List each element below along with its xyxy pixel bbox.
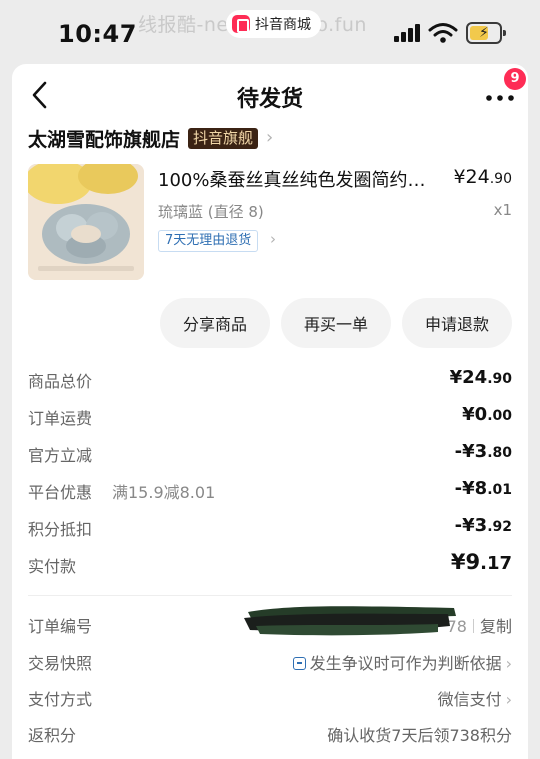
app-indicator-label: 抖音商城: [255, 17, 311, 33]
paid-amount-value: ¥9.17: [450, 550, 512, 574]
shipping-value: ¥0.00: [462, 404, 512, 425]
cellular-signal-icon: [394, 24, 420, 42]
order-detail-card: 待发货 9 太湖雪配饰旗舰店 抖音旗舰 › 100%桑蚕丝真丝纯色发圈简约大肠发…: [12, 64, 528, 759]
notification-badge: 9: [504, 68, 526, 90]
platform-discount-row: 平台优惠 满15.9减8.01 -¥8.01: [28, 476, 512, 504]
points-deduct-value: -¥3.92: [454, 515, 512, 536]
product-title[interactable]: 100%桑蚕丝真丝纯色发圈简约大肠发圈: [158, 166, 442, 192]
points-return-row: 返积分 确认收货7天后领738积分: [28, 719, 512, 747]
platform-discount-value: -¥8.01: [454, 478, 512, 499]
product-price: ¥24.90: [453, 166, 512, 188]
payment-method-row[interactable]: 支付方式 微信支付 ›: [28, 683, 512, 711]
platform-discount-label: 平台优惠: [28, 483, 93, 502]
subtotal-label: 商品总价: [28, 372, 93, 391]
shop-chevron-icon: ›: [266, 127, 274, 148]
shipping-label: 订单运费: [28, 409, 93, 428]
apply-refund-button[interactable]: 申请退款: [402, 298, 512, 348]
official-discount-label: 官方立减: [28, 446, 93, 465]
return-policy-chevron-icon: ›: [270, 230, 276, 248]
scrunchie-image: [28, 164, 144, 280]
subtotal-value: ¥24.90: [449, 367, 512, 388]
app-indicator-pill[interactable]: 抖音商城: [226, 10, 321, 38]
platform-discount-note: 满15.9减8.01: [112, 483, 216, 502]
copy-order-number-button[interactable]: 复制: [480, 617, 512, 636]
payment-method-value[interactable]: 微信支付 ›: [438, 686, 512, 710]
official-discount-row: 官方立减 -¥3.80: [28, 439, 512, 467]
paid-amount-label: 实付款: [28, 557, 77, 576]
points-return-value: 确认收货7天后领738积分: [327, 726, 512, 745]
product-image[interactable]: [28, 164, 144, 280]
points-deduct-label: 积分抵扣: [28, 520, 93, 539]
return-policy-tag[interactable]: 7天无理由退货: [158, 230, 259, 252]
subtotal-row: 商品总价 ¥24.90: [28, 365, 512, 393]
section-divider: [28, 595, 512, 596]
battery-icon: ⚡: [466, 22, 506, 44]
redaction-scribble: [244, 606, 456, 636]
product-spec: 琉璃蓝 (直径 8): [158, 203, 264, 221]
payment-chevron-icon: ›: [505, 690, 512, 709]
shop-row[interactable]: 太湖雪配饰旗舰店 抖音旗舰 ›: [28, 124, 273, 152]
payment-method-label: 支付方式: [28, 690, 93, 709]
product-quantity: x1: [493, 201, 512, 219]
status-bar: 10:47 线报酷-new.xianbao.fun 抖音商城 ⚡: [0, 0, 540, 64]
status-time: 10:47: [58, 20, 137, 48]
official-discount-value: -¥3.80: [454, 441, 512, 462]
shipping-row: 订单运费 ¥0.00: [28, 402, 512, 430]
snapshot-value[interactable]: 发生争议时可作为判断依据 ›: [292, 650, 512, 674]
snapshot-row[interactable]: 交易快照 发生争议时可作为判断依据 ›: [28, 647, 512, 675]
rebuy-button[interactable]: 再买一单: [281, 298, 391, 348]
page-title: 待发货: [236, 87, 303, 112]
order-number-label: 订单编号: [28, 617, 93, 636]
snapshot-icon: [292, 657, 306, 670]
snapshot-chevron-icon: ›: [505, 654, 512, 673]
share-product-button[interactable]: 分享商品: [160, 298, 270, 348]
shop-name[interactable]: 太湖雪配饰旗舰店: [28, 125, 180, 152]
app-logo-icon: [232, 15, 250, 33]
paid-amount-row: 实付款 ¥9.17: [28, 550, 512, 578]
snapshot-label: 交易快照: [28, 654, 93, 673]
shop-flagship-tag: 抖音旗舰: [188, 127, 259, 149]
points-deduct-row: 积分抵扣 -¥3.92: [28, 513, 512, 541]
nav-bar: 待发货 9: [12, 64, 528, 124]
points-return-label: 返积分: [28, 726, 77, 745]
wifi-icon: [428, 23, 458, 43]
